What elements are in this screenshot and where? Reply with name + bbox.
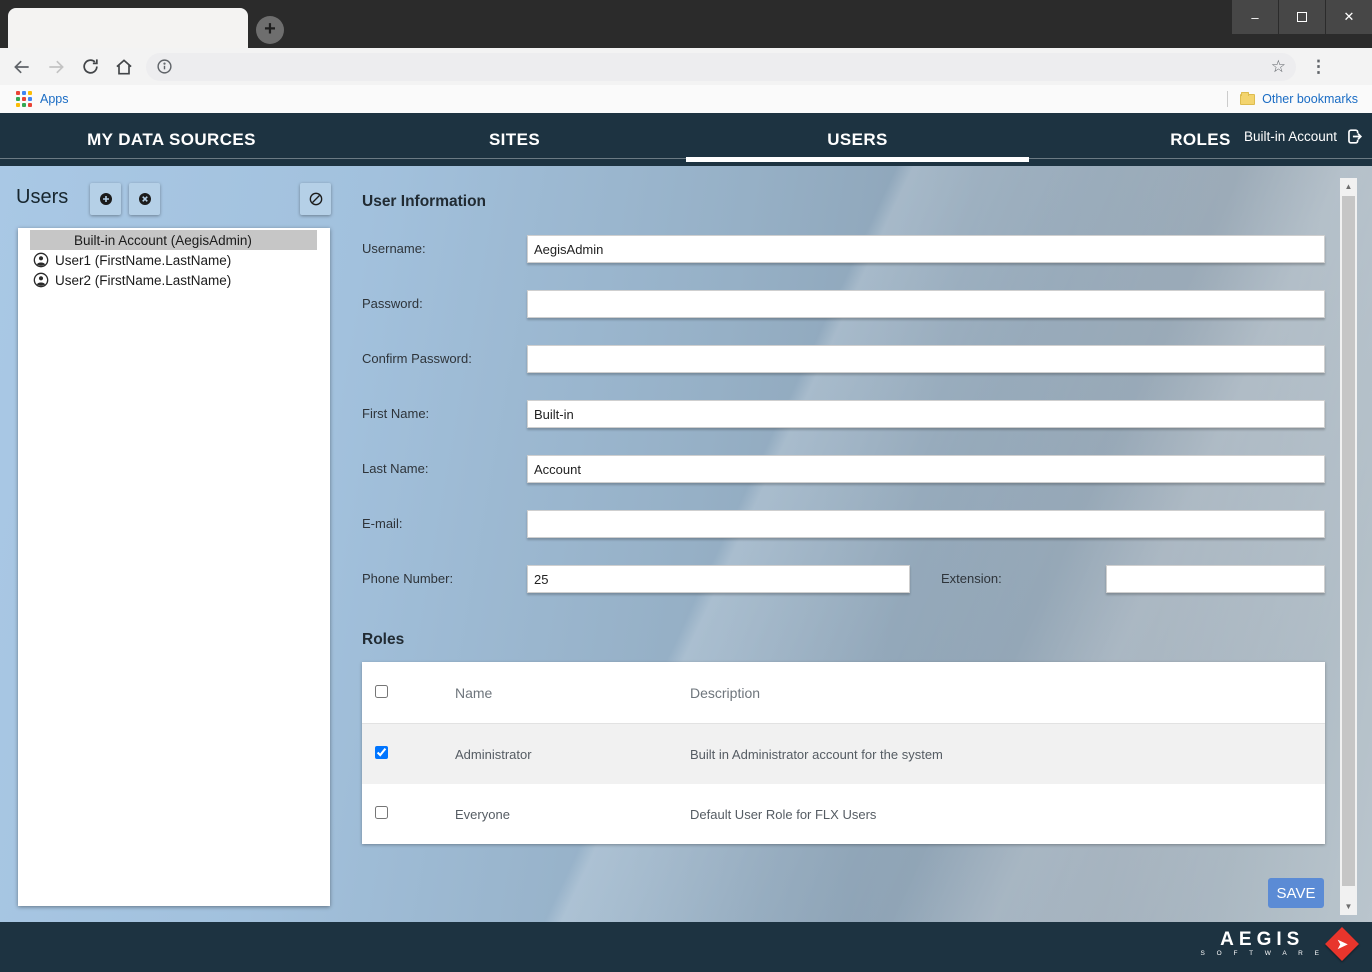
app-footer: AEGIS S O F T W A R E ➤ — [0, 922, 1372, 972]
address-bar[interactable]: ☆ — [146, 53, 1296, 81]
email-input[interactable] — [527, 510, 1325, 538]
select-all-checkbox[interactable] — [375, 685, 388, 698]
list-item-user2[interactable]: User2 (FirstName.LastName) — [19, 270, 329, 290]
list-item-built-in-account[interactable]: Built-in Account (AegisAdmin) — [30, 230, 317, 250]
first-name-input[interactable] — [527, 400, 1325, 428]
user-information-title: User Information — [362, 193, 486, 211]
browser-menu-icon[interactable]: ⋮ — [1310, 57, 1327, 77]
confirm-password-row: Confirm Password: — [362, 345, 1325, 373]
person-icon — [33, 272, 49, 288]
email-label: E-mail: — [362, 510, 527, 538]
username-row: Username: — [362, 235, 1325, 263]
minimize-button[interactable]: – — [1232, 0, 1278, 34]
site-info-icon[interactable] — [156, 58, 173, 75]
first-name-label: First Name: — [362, 400, 527, 428]
browser-tab[interactable] — [8, 8, 248, 48]
account-name: Built-in Account — [1244, 129, 1337, 144]
phone-row: Phone Number: Extension: — [362, 565, 1325, 593]
role-row-everyone[interactable]: Everyone Default User Role for FLX Users — [362, 784, 1325, 844]
nav-users[interactable]: USERS — [686, 113, 1029, 166]
scrollbar-thumb[interactable] — [1342, 196, 1355, 886]
maximize-button[interactable] — [1279, 0, 1325, 34]
new-tab-button[interactable]: + — [256, 16, 284, 44]
delete-user-button[interactable] — [129, 183, 160, 215]
apps-grid-icon[interactable] — [16, 91, 32, 107]
password-input[interactable] — [527, 290, 1325, 318]
logo-arrow-icon: ➤ — [1325, 927, 1359, 961]
page-scrollbar[interactable]: ▲ ▼ — [1340, 178, 1357, 915]
last-name-input[interactable] — [527, 455, 1325, 483]
browser-toolbar: ☆ ⋮ — [0, 48, 1372, 85]
confirm-password-label: Confirm Password: — [362, 345, 527, 373]
user-label: Built-in Account (AegisAdmin) — [74, 233, 252, 248]
reload-icon[interactable] — [78, 55, 102, 79]
forward-icon[interactable] — [44, 55, 68, 79]
roles-title: Roles — [362, 631, 404, 649]
extension-label: Extension: — [941, 565, 1061, 593]
role-description: Default User Role for FLX Users — [690, 807, 1325, 822]
password-row: Password: — [362, 290, 1325, 318]
user-information-panel: User Information Username: Password: Con… — [362, 166, 1325, 922]
roles-table: Name Description Administrator Built in … — [362, 662, 1325, 844]
cancel-button[interactable] — [300, 183, 331, 215]
nav-my-data-sources[interactable]: MY DATA SOURCES — [0, 113, 343, 166]
logout-icon[interactable] — [1345, 127, 1364, 146]
last-name-label: Last Name: — [362, 455, 527, 483]
scroll-up-icon[interactable]: ▲ — [1340, 178, 1357, 195]
bookmark-star-icon[interactable]: ☆ — [1271, 57, 1286, 77]
logo-brand-subtext: S O F T W A R E — [1200, 950, 1324, 958]
role-name: Everyone — [455, 807, 690, 822]
extension-input[interactable] — [1106, 565, 1325, 593]
apps-bookmark[interactable]: Apps — [40, 92, 69, 106]
nav-sites[interactable]: SITES — [343, 113, 686, 166]
user-label: User1 (FirstName.LastName) — [55, 253, 231, 268]
close-button[interactable]: ✕ — [1326, 0, 1372, 34]
maximize-icon — [1297, 12, 1307, 22]
phone-input[interactable] — [527, 565, 910, 593]
aegis-logo: AEGIS S O F T W A R E ➤ — [1200, 930, 1354, 958]
last-name-row: Last Name: — [362, 455, 1325, 483]
administrator-checkbox[interactable] — [375, 746, 388, 759]
user-label: User2 (FirstName.LastName) — [55, 273, 231, 288]
role-description: Built in Administrator account for the s… — [690, 747, 1325, 762]
users-panel-title: Users — [16, 186, 68, 209]
list-item-user1[interactable]: User1 (FirstName.LastName) — [19, 250, 329, 270]
bookmarks-divider — [1227, 91, 1228, 107]
bookmarks-bar: Apps Other bookmarks — [0, 85, 1372, 113]
page-content: Users Built-in Account (AegisAdmin) User… — [0, 166, 1372, 922]
save-button[interactable]: SAVE — [1268, 878, 1324, 908]
phone-label: Phone Number: — [362, 565, 527, 593]
logo-brand-text: AEGIS — [1200, 930, 1324, 950]
password-label: Password: — [362, 290, 527, 318]
app-navbar: MY DATA SOURCES SITES USERS ROLES Built-… — [0, 113, 1372, 166]
everyone-checkbox[interactable] — [375, 806, 388, 819]
user-list: Built-in Account (AegisAdmin) User1 (Fir… — [18, 228, 330, 906]
confirm-password-input[interactable] — [527, 345, 1325, 373]
email-row: E-mail: — [362, 510, 1325, 538]
folder-icon — [1240, 94, 1255, 105]
role-row-administrator[interactable]: Administrator Built in Administrator acc… — [362, 724, 1325, 784]
name-column-header: Name — [455, 685, 690, 701]
username-input[interactable] — [527, 235, 1325, 263]
browser-titlebar: + – ✕ — [0, 0, 1372, 48]
person-icon — [33, 252, 49, 268]
add-user-button[interactable] — [90, 183, 121, 215]
username-label: Username: — [362, 235, 527, 263]
scroll-down-icon[interactable]: ▼ — [1340, 898, 1357, 915]
back-icon[interactable] — [10, 55, 34, 79]
role-name: Administrator — [455, 747, 690, 762]
home-icon[interactable] — [112, 55, 136, 79]
first-name-row: First Name: — [362, 400, 1325, 428]
roles-header-row: Name Description — [362, 662, 1325, 724]
description-column-header: Description — [690, 685, 1325, 701]
other-bookmarks-button[interactable]: Other bookmarks — [1262, 92, 1358, 106]
